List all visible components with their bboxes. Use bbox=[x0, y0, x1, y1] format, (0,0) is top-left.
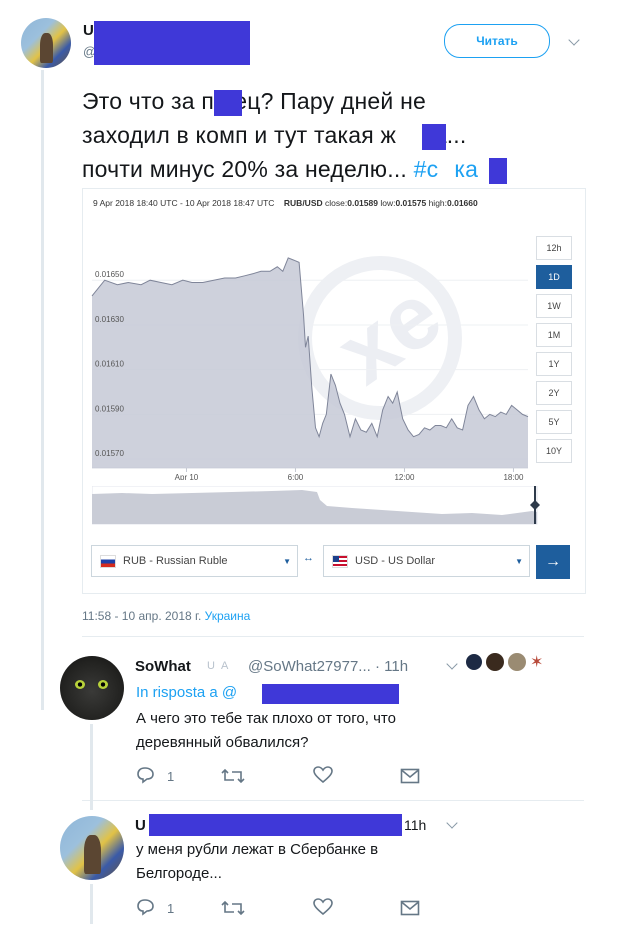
tweet-line-1: Это что за п дец? Пару дней не bbox=[82, 88, 426, 116]
redaction-word-2 bbox=[422, 124, 446, 150]
swap-currencies-icon[interactable]: ↔ bbox=[303, 552, 314, 564]
tweet-line-2: заходил в комп и тут такая жпа... bbox=[82, 118, 602, 152]
reply1-avatar[interactable] bbox=[60, 656, 124, 720]
star-flair-icon: ✶ bbox=[530, 654, 544, 671]
cat-eye-right bbox=[98, 680, 108, 689]
tweet-timestamp[interactable]: 11:58 - 10 апр. 2018 г. bbox=[82, 609, 201, 623]
reply1-in-reply-to[interactable]: In risposta a @ bbox=[136, 684, 237, 701]
from-currency-select[interactable]: RUB - Russian Ruble ▼ bbox=[91, 545, 298, 577]
redaction-reply2-author bbox=[149, 814, 402, 836]
like-icon[interactable] bbox=[313, 898, 333, 916]
message-icon[interactable] bbox=[400, 900, 420, 916]
thread-line-main bbox=[41, 70, 44, 710]
timeframe-button-1y[interactable]: 1Y bbox=[536, 352, 572, 376]
usa-flag-icon bbox=[332, 554, 348, 568]
x-tick-label: Apr 10 bbox=[175, 473, 199, 480]
y-tick-label: 0.01570 bbox=[95, 449, 124, 458]
reply1-handle[interactable]: @SoWhat27977... · 11h bbox=[248, 658, 408, 675]
y-tick-label: 0.01650 bbox=[95, 270, 124, 279]
cat-eye-left bbox=[75, 680, 85, 689]
x-tick-label: 18:00 bbox=[503, 473, 524, 480]
divider bbox=[82, 800, 584, 801]
reply2-reply-count: 1 bbox=[167, 901, 175, 916]
chevron-down-icon[interactable] bbox=[568, 34, 580, 46]
like-icon[interactable] bbox=[313, 766, 333, 784]
reply-icon[interactable] bbox=[136, 766, 156, 784]
reply2-text: у меня рубли лежат в Сбербанке в Белгоро… bbox=[136, 841, 379, 882]
reply2-avatar[interactable] bbox=[60, 816, 124, 880]
timeframe-button-1d[interactable]: 1D bbox=[536, 265, 572, 289]
divider bbox=[82, 636, 584, 637]
tweet-text: Это что за п дец? Пару дней не заходил в… bbox=[82, 84, 602, 186]
redaction-word-1 bbox=[214, 90, 242, 116]
timeframe-button-10y[interactable]: 10Y bbox=[536, 439, 572, 463]
rate-chart[interactable]: xe 0.01650 0.01630 0.01610 0.01590 0.01570 A… bbox=[90, 220, 530, 480]
author-name-initial[interactable]: U bbox=[83, 22, 94, 39]
sloth-flair-icon bbox=[508, 653, 526, 671]
reply1-name[interactable]: SoWhat bbox=[135, 658, 191, 675]
redaction-reply-target bbox=[262, 684, 399, 704]
timeframe-button-12h[interactable]: 12h bbox=[536, 236, 572, 260]
verified-badge-icons: U A bbox=[207, 660, 229, 672]
tweet-line-3: почти минус 20% за неделю... #с ка bbox=[82, 152, 602, 186]
chart-header: 9 Apr 2018 18:40 UTC - 10 Apr 2018 18:47… bbox=[93, 198, 478, 208]
reply1-text: А чего это тебе так плохо от того, что д… bbox=[136, 710, 396, 751]
timeframe-button-5y[interactable]: 5Y bbox=[536, 410, 572, 434]
face-flair-icon bbox=[486, 653, 504, 671]
redaction-word-3 bbox=[489, 158, 507, 184]
timeframe-button-1m[interactable]: 1M bbox=[536, 323, 572, 347]
thread-line-reply-bottom bbox=[90, 884, 93, 924]
timeframe-button-2y[interactable]: 2Y bbox=[536, 381, 572, 405]
retweet-icon[interactable] bbox=[220, 899, 246, 917]
y-tick-label: 0.01630 bbox=[95, 315, 124, 324]
reply2-name-initial[interactable]: U bbox=[135, 817, 146, 834]
select-caret-icon: ▼ bbox=[283, 556, 291, 566]
thread-line-reply bbox=[90, 724, 93, 810]
range-navigator[interactable] bbox=[92, 486, 542, 526]
tweet-location[interactable]: Украина bbox=[205, 609, 251, 623]
reply1-reply-count: 1 bbox=[167, 769, 175, 784]
redaction-author bbox=[94, 21, 250, 65]
y-tick-label: 0.01610 bbox=[95, 360, 124, 369]
emoji-flair-icons: ✶ bbox=[466, 652, 576, 672]
retweet-icon[interactable] bbox=[220, 767, 246, 785]
hashtag-link[interactable]: #с ка bbox=[414, 156, 478, 182]
y-tick-label: 0.01590 bbox=[95, 404, 124, 413]
reply2-time[interactable]: 11h bbox=[404, 817, 426, 833]
reply1-chevron-down-icon[interactable] bbox=[446, 658, 458, 670]
xe-watermark: xe bbox=[298, 256, 462, 420]
select-caret-icon: ▼ bbox=[515, 556, 523, 566]
timeframe-button-1w[interactable]: 1W bbox=[536, 294, 572, 318]
message-icon[interactable] bbox=[400, 768, 420, 784]
reply2-chevron-down-icon[interactable] bbox=[446, 817, 458, 829]
author-avatar[interactable] bbox=[21, 18, 71, 68]
x-tick-label: 6:00 bbox=[288, 473, 304, 480]
russia-flag-icon bbox=[100, 554, 116, 568]
reply-icon[interactable] bbox=[136, 898, 156, 916]
follow-button[interactable]: Читать bbox=[444, 24, 550, 58]
tweet-meta: 11:58 - 10 апр. 2018 г. Украина bbox=[82, 609, 250, 623]
moon-flair-icon bbox=[466, 654, 482, 670]
x-tick-label: 12:00 bbox=[394, 473, 415, 480]
convert-go-button[interactable]: → bbox=[536, 545, 570, 579]
to-currency-select[interactable]: USD - US Dollar ▼ bbox=[323, 545, 530, 577]
